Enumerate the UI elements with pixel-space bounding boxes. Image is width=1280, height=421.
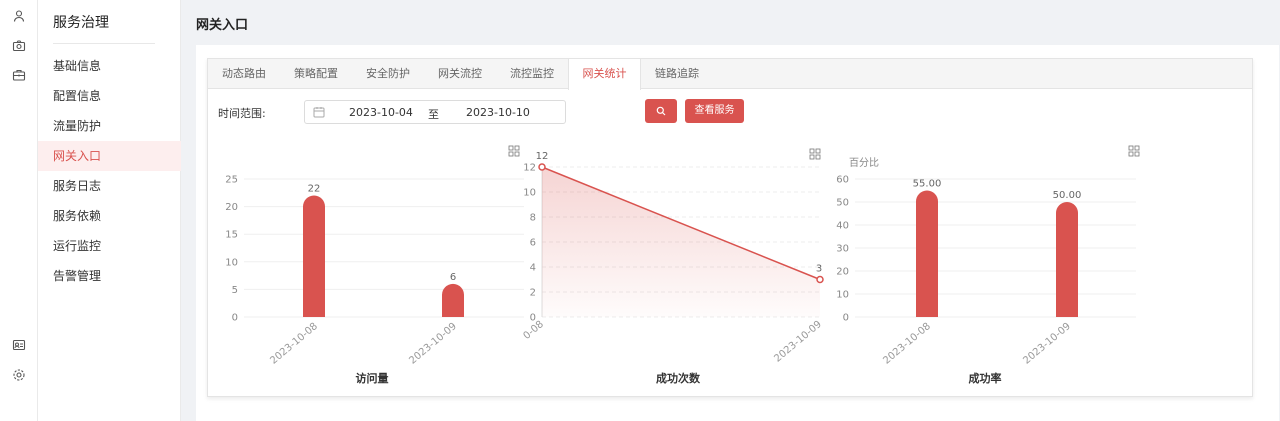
y-tick-label: 4 [530,263,536,274]
y-tick-label: 20 [836,267,849,278]
toolbox-glyph [1134,145,1140,151]
toolbox-glyph [514,145,520,151]
y-tick-label: 10 [836,290,849,301]
toolbox-glyph [1128,151,1134,157]
y-tick-label: 8 [530,213,536,224]
y-tick-label: 2 [530,288,536,299]
bar [1056,202,1078,317]
bar-value-label: 55.00 [913,179,942,190]
bar [442,283,464,317]
y-tick-label: 0 [843,313,849,324]
toolbox-glyph [1128,145,1134,151]
id-card-icon[interactable] [12,338,26,352]
sidebar-title: 服务治理 [53,15,109,31]
x-tick-label: 2023-10-09 [772,319,824,365]
bar [303,195,325,317]
data-point [816,275,824,284]
x-tick-label: 2023-10-09 [407,321,459,367]
toolbox-glyph [815,148,821,154]
y-tick-label: 30 [836,244,849,255]
area-fill [542,167,820,317]
bar [916,190,938,317]
sidebar-item-runtime-monitor[interactable]: 运行监控 [38,231,181,261]
sidebar-item-config-info[interactable]: 配置信息 [38,81,181,111]
toolbox-glyph [815,154,821,160]
toolbox-glyph [809,148,815,154]
y-tick-label: 12 [523,163,536,174]
main-area: 网关入口 动态路由 策略配置 安全防护 网关流控 流控监控 网关统计 链路追踪 … [181,0,1280,421]
toolbox-glyph [508,145,514,151]
gateway-card: 动态路由 策略配置 安全防护 网关流控 流控监控 网关统计 链路追踪 时间范围:… [207,58,1253,397]
y-tick-label: 5 [232,285,238,296]
y-tick-label: 40 [836,221,849,232]
page-title: 网关入口 [196,18,249,33]
sidebar-item-basic-info[interactable]: 基础信息 [38,51,181,81]
y-tick-label: 60 [836,175,849,186]
sidebar-item-gateway-entry[interactable]: 网关入口 [38,141,181,171]
y-tick-label: 50 [836,198,849,209]
chart-toolbox-icon [809,148,821,160]
x-tick-label: 2023-10-09 [1021,321,1073,367]
y-tick-label: 15 [225,230,238,241]
x-tick-label: 0-08 [521,319,545,342]
y-tick-label: 10 [523,188,536,199]
content-panel: 动态路由 策略配置 安全防护 网关流控 流控监控 网关统计 链路追踪 时间范围:… [196,45,1279,421]
bar-value-label: 6 [450,272,456,283]
sidebar-item-alert-management[interactable]: 告警管理 [38,261,181,291]
x-tick-label: 2023-10-08 [268,321,320,367]
y-tick-label: 25 [225,175,238,186]
x-tick-label: 2023-10-08 [881,321,933,367]
y-tick-label: 0 [232,313,238,324]
bar-value-label: 50.00 [1053,190,1082,201]
charts-area: 0 5 10 15 20 25 22 2023-10-08 6 2023-10-09 访问量 0 2 4 6… [225,145,1140,385]
briefcase-icon[interactable] [12,68,26,82]
chart-title: 成功次数 [656,371,701,385]
point-value-label: 12 [536,151,549,162]
y-tick-label: 20 [225,202,238,213]
toolbox-glyph [1134,151,1140,157]
y-tick-label: 6 [530,238,536,249]
toolbox-glyph [809,154,815,160]
chart-toolbox-icon [508,145,520,157]
user-icon[interactable] [12,9,26,23]
chart-toolbox-icon [1128,145,1140,157]
toolbox-glyph [514,151,520,157]
y-axis-title: 百分比 [849,157,879,169]
y-tick-label: 10 [225,257,238,268]
data-point [538,163,546,171]
bar-value-label: 22 [308,184,321,195]
toolbox-glyph [508,151,514,157]
sidebar-divider [53,43,155,44]
chart-title: 访问量 [356,371,389,385]
sidebar-item-service-dependency[interactable]: 服务依赖 [38,201,181,231]
sidebar-item-service-log[interactable]: 服务日志 [38,171,181,201]
icon-rail [0,0,38,421]
sidebar-item-traffic-protection[interactable]: 流量防护 [38,111,181,141]
settings-icon[interactable] [12,368,26,382]
sidebar: 服务治理 基础信息 配置信息 流量防护 网关入口 服务日志 服务依赖 运行监控 … [38,0,181,421]
camera-icon[interactable] [12,39,26,53]
point-value-label: 3 [816,264,822,275]
chart-title: 成功率 [969,371,1002,385]
